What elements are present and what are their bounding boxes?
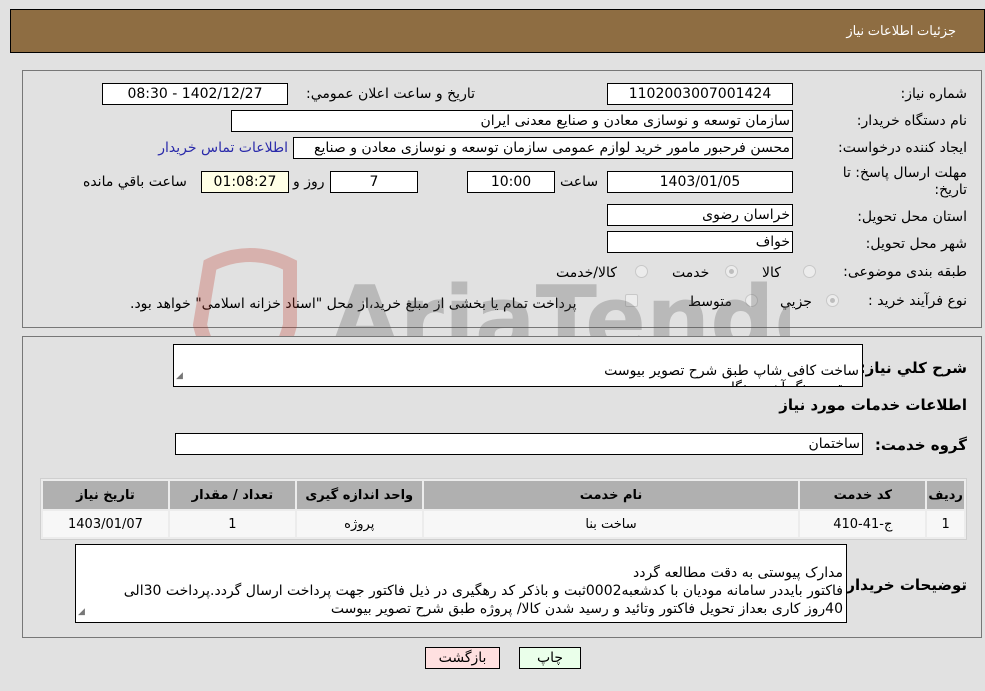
announce-date-label: تاريخ و ساعت اعلان عمومي: bbox=[306, 86, 475, 102]
category-option-service: خدمت bbox=[672, 265, 710, 281]
deadline-label: مهلت ارسال پاسخ: تا bbox=[842, 165, 967, 181]
announce-date-field[interactable]: 1402/12/27 - 08:30 bbox=[102, 83, 288, 105]
creator-field[interactable]: محسن فرحبور مامور خرید لوازم عمومی سازما… bbox=[293, 137, 793, 159]
remaining-time-field: 01:08:27 bbox=[201, 171, 289, 193]
remaining-label: ساعت باقي مانده bbox=[83, 174, 187, 190]
column-header-service-name: نام خدمت bbox=[423, 481, 799, 509]
deadline-label-2: تاریخ: bbox=[934, 182, 967, 198]
deadline-time-label: ساعت bbox=[560, 174, 599, 190]
days-label: روز و bbox=[293, 174, 325, 190]
table-header-row: ردیف کد خدمت نام خدمت واحد اندازه گیری ت… bbox=[43, 481, 964, 509]
description-text: ساخت کافی شاپ طبق شرح تصویر بیوست مجتمع … bbox=[604, 363, 859, 386]
services-heading: اطلاعات خدمات مورد نیاز bbox=[779, 396, 967, 414]
column-header-unit: واحد اندازه گیری bbox=[296, 481, 422, 509]
buyer-org-label: نام دستگاه خریدار: bbox=[856, 113, 967, 129]
column-header-quantity: تعداد / مقدار bbox=[169, 481, 295, 509]
city-field[interactable]: خواف bbox=[607, 231, 793, 253]
deadline-date-field[interactable]: 1403/01/05 bbox=[607, 171, 793, 193]
cell-service-code: ج-41-410 bbox=[800, 511, 926, 537]
back-button[interactable]: بازگشت bbox=[425, 647, 500, 669]
cell-service-name: ساخت بنا bbox=[423, 511, 799, 537]
category-radio-goods-service[interactable] bbox=[635, 265, 648, 278]
province-field[interactable]: خراسان رضوی bbox=[607, 204, 793, 226]
description-label: شرح کلي نياز: bbox=[859, 359, 967, 377]
process-label: نوع فرآیند خرید : bbox=[868, 293, 967, 309]
page-title: جزئیات اطلاعات نیاز bbox=[846, 23, 956, 38]
category-radio-service[interactable] bbox=[725, 265, 738, 278]
category-label: طبقه بندی موضوعی: bbox=[843, 264, 967, 280]
treasury-note: پرداخت تمام یا بخشی از مبلغ خرید،از محل … bbox=[130, 296, 577, 312]
page-header: جزئیات اطلاعات نیاز bbox=[10, 9, 985, 53]
cell-quantity: 1 bbox=[169, 511, 295, 537]
deadline-time-field[interactable]: 10:00 bbox=[467, 171, 555, 193]
cell-unit: پروژه bbox=[296, 511, 422, 537]
need-number-field[interactable]: 1102003007001424 bbox=[607, 83, 793, 105]
days-field[interactable]: 7 bbox=[330, 171, 418, 193]
resize-grip-icon[interactable]: ◢ bbox=[78, 603, 85, 621]
column-header-need-date: تاریخ نیاز bbox=[43, 481, 168, 509]
need-number-label: شماره نیاز: bbox=[900, 86, 968, 102]
category-radio-goods[interactable] bbox=[803, 265, 816, 278]
service-group-field[interactable]: ساختمان bbox=[175, 433, 863, 455]
details-panel bbox=[22, 70, 982, 328]
service-group-label: گروه خدمت: bbox=[874, 436, 967, 454]
print-button[interactable]: چاپ bbox=[519, 647, 581, 669]
column-header-service-code: کد خدمت bbox=[800, 481, 926, 509]
buyer-notes-label: توضیحات خریدار: bbox=[840, 576, 967, 594]
buyer-contact-link[interactable]: اطلاعات تماس خریدار bbox=[158, 140, 288, 156]
table-row: 1 ج-41-410 ساخت بنا پروژه 1 1403/01/07 bbox=[43, 511, 964, 537]
cell-row-number: 1 bbox=[927, 511, 964, 537]
category-option-goods-service: کالا/خدمت bbox=[556, 265, 617, 281]
city-label: شهر محل تحویل: bbox=[865, 236, 967, 252]
buyer-notes-textarea[interactable]: مدارک پیوستی به دقت مطالعه گردد فاکتور ب… bbox=[75, 544, 847, 623]
description-textarea[interactable]: ساخت کافی شاپ طبق شرح تصویر بیوست مجتمع … bbox=[173, 344, 863, 387]
process-radio-minor[interactable] bbox=[826, 294, 839, 307]
process-radio-medium[interactable] bbox=[745, 294, 758, 307]
buyer-org-field[interactable]: سازمان توسعه و نوسازی معادن و صنایع معدن… bbox=[231, 110, 793, 132]
services-table: ردیف کد خدمت نام خدمت واحد اندازه گیری ت… bbox=[40, 478, 967, 540]
process-option-medium: متوسط bbox=[688, 294, 732, 310]
buyer-notes-text: مدارک پیوستی به دقت مطالعه گردد فاکتور ب… bbox=[123, 565, 843, 617]
creator-label: ایجاد کننده درخواست: bbox=[838, 140, 967, 156]
column-header-row-number: ردیف bbox=[927, 481, 964, 509]
province-label: استان محل تحویل: bbox=[857, 209, 967, 225]
cell-need-date: 1403/01/07 bbox=[43, 511, 168, 537]
resize-grip-icon[interactable]: ◢ bbox=[176, 368, 183, 385]
category-option-goods: کالا bbox=[762, 265, 781, 281]
process-option-minor: جزيي bbox=[780, 294, 812, 310]
treasury-checkbox[interactable] bbox=[625, 294, 638, 307]
